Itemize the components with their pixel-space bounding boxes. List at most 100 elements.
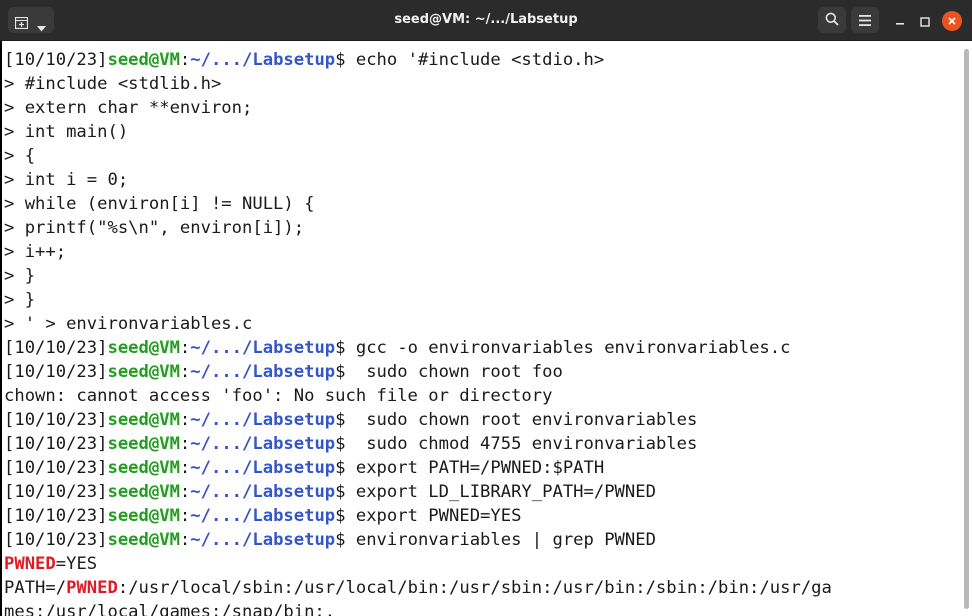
prompt-path: ~/.../Labsetup <box>190 482 336 502</box>
terminal-line: [10/10/23]seed@VM:~/.../Labsetup$ gcc -o… <box>4 336 790 360</box>
prompt-colon: : <box>179 506 191 526</box>
prompt-timestamp: [10/10/23] <box>4 482 108 502</box>
terminal-line: > } <box>4 266 36 286</box>
prompt-user: seed@VM <box>107 338 180 358</box>
hamburger-menu-button[interactable] <box>851 7 879 33</box>
command-text: sudo chmod 4755 environvariables <box>345 434 698 454</box>
prompt-colon: : <box>179 338 191 358</box>
terminal-line: > #include <stdlib.h> <box>4 74 222 94</box>
new-tab-menu-button[interactable] <box>8 7 54 33</box>
prompt-timestamp: [10/10/23] <box>4 458 108 478</box>
search-button[interactable] <box>818 7 846 33</box>
prompt-timestamp: [10/10/23] <box>4 434 108 454</box>
terminal-line: PWNED=YES <box>4 552 97 576</box>
terminal-line: > while (environ[i] != NULL) { <box>4 194 315 214</box>
terminal-line: > int i = 0; <box>4 170 129 190</box>
prompt-dollar: $ <box>335 338 346 358</box>
terminal-line: [10/10/23]seed@VM:~/.../Labsetup$ echo '… <box>4 48 604 72</box>
grep-match: PWNED <box>4 554 56 574</box>
prompt-colon: : <box>179 410 191 430</box>
output-text: =YES <box>55 554 98 574</box>
prompt-user: seed@VM <box>107 362 180 382</box>
terminal-line: [10/10/23]seed@VM:~/.../Labsetup$ export… <box>4 480 656 504</box>
terminal-output[interactable]: [10/10/23]seed@VM:~/.../Labsetup$ echo '… <box>0 41 962 616</box>
prompt-dollar: $ <box>335 50 346 70</box>
prompt-path: ~/.../Labsetup <box>190 410 336 430</box>
chevron-down-icon[interactable] <box>37 17 46 36</box>
prompt-timestamp: [10/10/23] <box>4 338 108 358</box>
output-text: PATH=/ <box>4 578 67 598</box>
prompt-colon: : <box>179 362 191 382</box>
terminal-line: PATH=/PWNED:/usr/local/sbin:/usr/local/b… <box>4 576 832 600</box>
prompt-timestamp: [10/10/23] <box>4 506 108 526</box>
terminal-line: [10/10/23]seed@VM:~/.../Labsetup$ export… <box>4 456 604 480</box>
scrollbar-thumb[interactable] <box>964 49 969 609</box>
hamburger-icon <box>859 11 871 30</box>
maximize-icon <box>920 12 930 31</box>
prompt-user: seed@VM <box>107 530 180 550</box>
prompt-dollar: $ <box>335 362 346 382</box>
terminal-icon <box>14 14 29 33</box>
prompt-user: seed@VM <box>107 458 180 478</box>
prompt-path: ~/.../Labsetup <box>190 338 336 358</box>
minimize-button[interactable] <box>889 10 911 32</box>
minimize-icon <box>895 12 905 31</box>
terminal-line: > { <box>4 146 36 166</box>
title-bar: seed@VM: ~/.../Labsetup <box>0 0 972 41</box>
terminal-line: mes:/usr/local/games:/snap/bin:. <box>4 602 336 616</box>
prompt-path: ~/.../Labsetup <box>190 506 336 526</box>
prompt-colon: : <box>179 482 191 502</box>
terminal-line: [10/10/23]seed@VM:~/.../Labsetup$ sudo c… <box>4 360 563 384</box>
prompt-dollar: $ <box>335 530 346 550</box>
output-text: :/usr/local/sbin:/usr/local/bin:/usr/sbi… <box>117 578 832 598</box>
prompt-user: seed@VM <box>107 410 180 430</box>
command-text: export LD_LIBRARY_PATH=/PWNED <box>345 482 656 502</box>
maximize-button[interactable] <box>914 10 936 32</box>
prompt-timestamp: [10/10/23] <box>4 530 108 550</box>
command-text: gcc -o environvariables environvariables… <box>345 338 791 358</box>
prompt-path: ~/.../Labsetup <box>190 458 336 478</box>
prompt-colon: : <box>179 434 191 454</box>
command-text: sudo chown root environvariables <box>345 410 698 430</box>
terminal-line: > } <box>4 290 36 310</box>
prompt-dollar: $ <box>335 506 346 526</box>
terminal-line: > printf("%s\n", environ[i]); <box>4 218 305 238</box>
terminal-line: [10/10/23]seed@VM:~/.../Labsetup$ export… <box>4 504 521 528</box>
prompt-timestamp: [10/10/23] <box>4 362 108 382</box>
close-icon <box>942 11 962 31</box>
command-text: environvariables | grep PWNED <box>345 530 656 550</box>
prompt-dollar: $ <box>335 434 346 454</box>
command-text: export PATH=/PWNED:$PATH <box>345 458 605 478</box>
prompt-user: seed@VM <box>107 50 180 70</box>
prompt-colon: : <box>179 458 191 478</box>
prompt-user: seed@VM <box>107 506 180 526</box>
command-text: echo '#include <stdio.h> <box>345 50 605 70</box>
terminal-line: [10/10/23]seed@VM:~/.../Labsetup$ sudo c… <box>4 408 697 432</box>
prompt-dollar: $ <box>335 458 346 478</box>
prompt-path: ~/.../Labsetup <box>190 434 336 454</box>
prompt-user: seed@VM <box>107 434 180 454</box>
grep-match: PWNED <box>66 578 118 598</box>
scrollbar[interactable] <box>960 41 972 616</box>
prompt-path: ~/.../Labsetup <box>190 362 336 382</box>
terminal-line: > ' > environvariables.c <box>4 314 253 334</box>
close-button[interactable] <box>941 10 963 32</box>
prompt-user: seed@VM <box>107 482 180 502</box>
prompt-colon: : <box>179 530 191 550</box>
terminal-line: chown: cannot access 'foo': No such file… <box>4 386 553 406</box>
search-icon <box>825 11 839 30</box>
prompt-timestamp: [10/10/23] <box>4 50 108 70</box>
prompt-path: ~/.../Labsetup <box>190 530 336 550</box>
command-text: sudo chown root foo <box>345 362 563 382</box>
terminal-line: [10/10/23]seed@VM:~/.../Labsetup$ sudo c… <box>4 432 697 456</box>
prompt-timestamp: [10/10/23] <box>4 410 108 430</box>
command-text: export PWNED=YES <box>345 506 522 526</box>
terminal-line: > extern char **environ; <box>4 98 253 118</box>
prompt-path: ~/.../Labsetup <box>190 50 336 70</box>
prompt-dollar: $ <box>335 410 346 430</box>
terminal-window: seed@VM: ~/.../Labsetup [10/10/23]seed@V… <box>0 0 972 616</box>
prompt-dollar: $ <box>335 482 346 502</box>
terminal-line: > int main() <box>4 122 129 142</box>
prompt-colon: : <box>179 50 191 70</box>
terminal-line: > i++; <box>4 242 67 262</box>
